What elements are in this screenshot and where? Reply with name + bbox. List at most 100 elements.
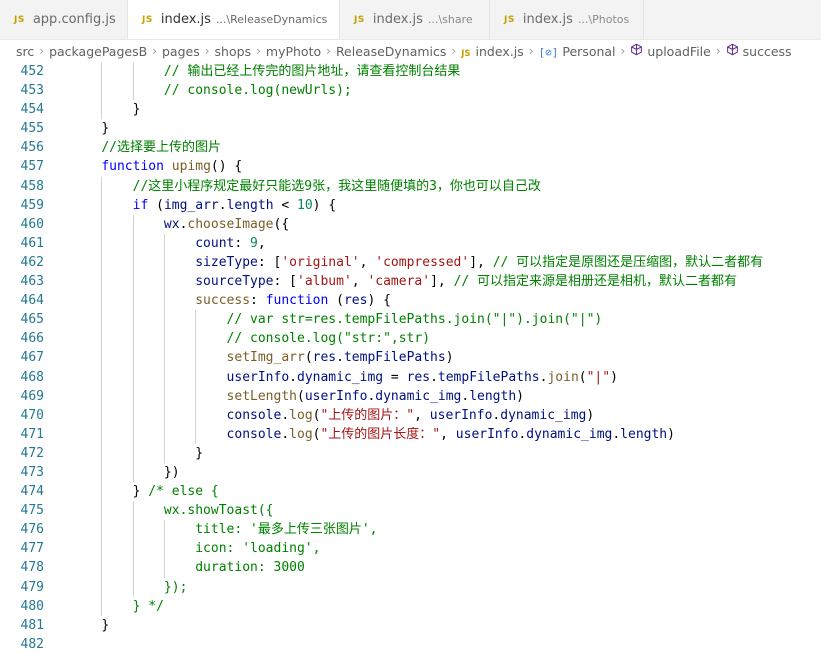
- code-token: // var str=res.tempFilePaths.join("|").j…: [226, 312, 603, 328]
- code-content: userInfo.dynamic_img = res.tempFilePaths…: [44, 367, 618, 387]
- breadcrumb-symbol-label: uploadFile: [647, 44, 711, 59]
- code-line[interactable]: 467 setImg_arr(res.tempFilePaths): [0, 348, 821, 368]
- code-line[interactable]: 455 }: [0, 119, 821, 138]
- code-content: console.log("上传的图片：", userInfo.dynamic_i…: [44, 405, 594, 425]
- indent-guide: [132, 405, 134, 425]
- code-line[interactable]: 476 title: '最多上传三张图片',: [0, 520, 821, 540]
- code-token: ): [445, 350, 454, 366]
- editor-tab[interactable]: JS app.config.js: [0, 0, 128, 39]
- indent-guide: [163, 443, 165, 463]
- code-line[interactable]: 478 duration: 3000: [0, 558, 821, 578]
- editor-tab[interactable]: JS index.js ...\Photos: [490, 0, 644, 39]
- line-number: 473: [20, 464, 44, 480]
- code-line[interactable]: 472 }: [0, 443, 821, 463]
- chevron-right-icon: ›: [326, 44, 331, 58]
- chevron-right-icon: ›: [152, 44, 157, 58]
- tab-label: app.config.js: [32, 12, 116, 27]
- code-token: console: [226, 426, 282, 442]
- indent-guide: [132, 443, 134, 463]
- line-number: 463: [20, 274, 44, 290]
- code-line[interactable]: 454 }: [0, 100, 821, 120]
- indent-guide: [101, 577, 103, 597]
- indent-guide: [101, 233, 103, 253]
- line-number: 468: [20, 369, 44, 385]
- indent-guide: [101, 520, 103, 540]
- code-line[interactable]: 465 // var str=res.tempFilePaths.join("|…: [0, 310, 821, 330]
- code-line[interactable]: 458 //这里小程序规定最好只能选9张，我这里随便填的3，你也可以自己改: [0, 176, 821, 196]
- code-line[interactable]: 464 success: function (res) {: [0, 291, 821, 311]
- code-line[interactable]: 457 function upimg() {: [0, 157, 821, 176]
- line-number: 476: [20, 522, 44, 538]
- editor-tab[interactable]: JS index.js ...\share: [340, 0, 490, 39]
- line-number: 467: [20, 350, 44, 366]
- breadcrumb-item[interactable]: shops: [215, 44, 252, 59]
- code-token: res: [343, 293, 368, 309]
- indent-guide: [163, 424, 165, 444]
- code-line[interactable]: 452 // 输出已经上传完的图片地址，请查看控制台结果: [0, 62, 821, 82]
- indent-guide: [101, 367, 103, 387]
- code-line[interactable]: 479 });: [0, 577, 821, 597]
- breadcrumb-file[interactable]: JS index.js: [461, 44, 523, 59]
- code-token: ({: [273, 216, 290, 232]
- indent-guide: [195, 367, 197, 387]
- indent-guide: [163, 539, 165, 559]
- code-content: title: '最多上传三张图片',: [44, 520, 378, 540]
- code-line[interactable]: 468 userInfo.dynamic_img = res.tempFileP…: [0, 367, 821, 387]
- code-line[interactable]: 482: [0, 635, 821, 654]
- code-line[interactable]: 470 console.log("上传的图片：", userInfo.dynam…: [0, 405, 821, 425]
- breadcrumb-symbol[interactable]: success: [726, 43, 792, 59]
- code-line[interactable]: 463 sourceType: ['album', 'camera'], // …: [0, 272, 821, 292]
- indent-guide: [132, 62, 134, 82]
- code-line[interactable]: 469 setLength(userInfo.dynamic_img.lengt…: [0, 386, 821, 406]
- code-token: setImg_arr: [226, 350, 305, 366]
- line-number: 478: [20, 560, 44, 576]
- code-token: :: [250, 293, 266, 309]
- breadcrumb-item[interactable]: myPhoto: [266, 44, 321, 59]
- code-line[interactable]: 462 sizeType: ['original', 'compressed']…: [0, 252, 821, 273]
- line-number: 472: [20, 445, 44, 461]
- code-line[interactable]: 459 if (img_arr.length < 10) {: [0, 195, 821, 215]
- code-token: res: [312, 350, 337, 366]
- line-number: 462: [20, 254, 44, 270]
- code-token: 10: [297, 197, 313, 213]
- code-token: console: [226, 407, 282, 423]
- code-line[interactable]: 471 console.log("上传的图片长度：", userInfo.dyn…: [0, 424, 821, 444]
- code-line[interactable]: 481 }: [0, 616, 821, 635]
- code-line[interactable]: 456 //选择要上传的图片: [0, 138, 821, 157]
- indent-guide: [195, 405, 197, 425]
- code-token: 'album': [297, 274, 352, 290]
- code-line[interactable]: 474 } /* else {: [0, 482, 821, 502]
- line-number: 481: [20, 617, 44, 633]
- code-token: ): [610, 369, 618, 385]
- breadcrumb-item[interactable]: src: [16, 44, 34, 59]
- code-line[interactable]: 453 // console.log(newUrls);: [0, 81, 821, 101]
- code-token: "上传的图片长度：": [320, 426, 441, 442]
- javascript-file-icon: JS: [461, 48, 471, 59]
- code-line[interactable]: 460 wx.chooseImage({: [0, 214, 821, 234]
- indent-guide: [132, 462, 134, 483]
- editor-tab[interactable]: JS index.js ...\ReleaseDynamics: [128, 0, 340, 39]
- breadcrumb-item[interactable]: ReleaseDynamics: [336, 44, 446, 59]
- code-token: <: [273, 197, 298, 213]
- code-line[interactable]: 466 // console.log("str:",str): [0, 329, 821, 349]
- breadcrumb-symbol[interactable]: uploadFile: [630, 43, 711, 59]
- code-line[interactable]: 473 }): [0, 462, 821, 483]
- indent-guide: [101, 424, 103, 444]
- breadcrumb-item[interactable]: packagePagesB: [49, 44, 147, 59]
- breadcrumb-symbol[interactable]: [⊘] Personal: [539, 44, 616, 59]
- code-line[interactable]: 480 } */: [0, 596, 821, 616]
- code-token: }: [132, 484, 149, 500]
- code-line[interactable]: 475 wx.showToast({: [0, 501, 821, 521]
- indent-guide: [163, 386, 165, 406]
- indent-guide: [101, 539, 103, 559]
- code-content: } /* else {: [44, 482, 219, 502]
- code-token: // console.log(newUrls);: [163, 83, 352, 99]
- code-editor[interactable]: 452 // 输出已经上传完的图片地址，请查看控制台结果 453 // conso…: [0, 62, 821, 658]
- indent-guide: [101, 558, 103, 578]
- code-line[interactable]: 461 count: 9,: [0, 233, 821, 253]
- code-line[interactable]: 477 icon: 'loading',: [0, 539, 821, 559]
- code-token: sizeType: [195, 254, 258, 270]
- breadcrumb-item[interactable]: pages: [162, 44, 200, 59]
- code-content: console.log("上传的图片长度：", userInfo.dynamic…: [44, 424, 675, 444]
